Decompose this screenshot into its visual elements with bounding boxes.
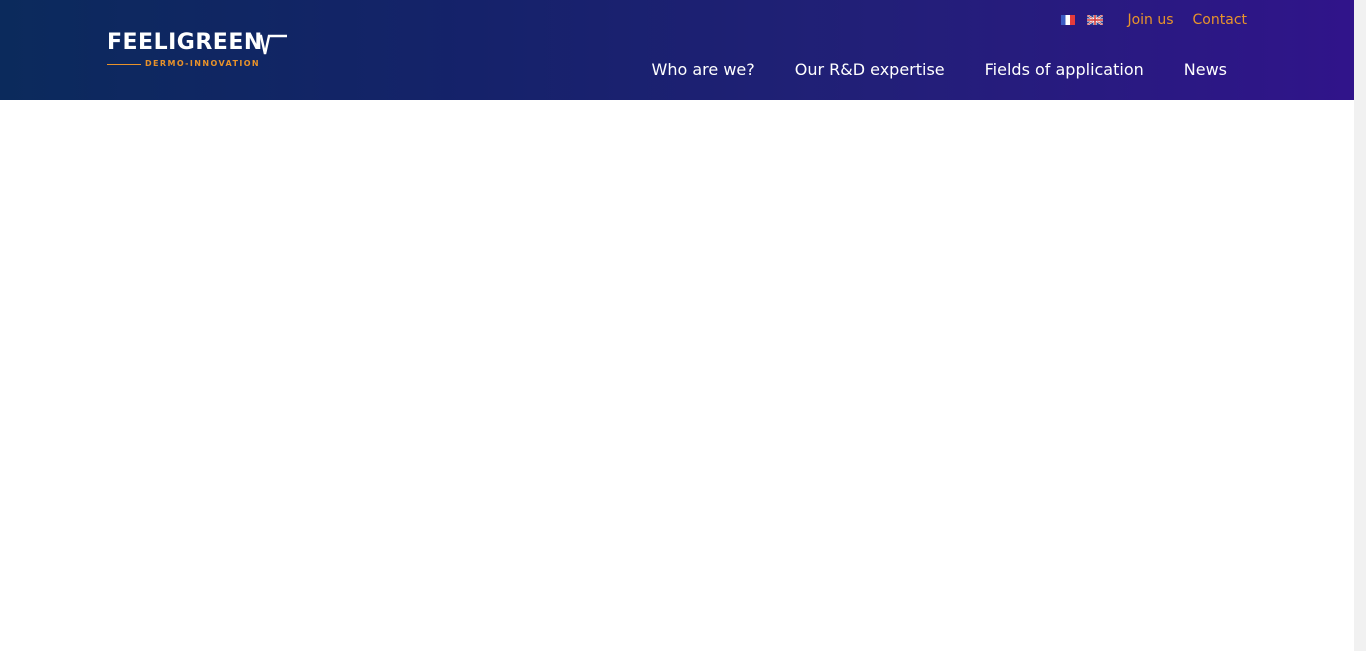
logo-wordmark: FEELIGREEN xyxy=(107,30,263,55)
logo-wave-icon xyxy=(257,34,287,55)
logo-tagline: DERMO-INNOVATION xyxy=(145,59,260,68)
nav-item-who-are-we[interactable]: Who are we? xyxy=(652,59,755,81)
join-us-link[interactable]: Join us xyxy=(1127,11,1173,29)
top-bar: Join us Contact xyxy=(1061,11,1247,29)
main-navigation: Who are we? Our R&D expertise Fields of … xyxy=(652,59,1227,81)
main-content xyxy=(0,100,1354,651)
english-flag-icon[interactable] xyxy=(1087,15,1104,25)
feeligreen-logo[interactable]: FEELIGREEN DERMO-INNOVATION xyxy=(107,30,287,72)
nav-item-fields-of-application[interactable]: Fields of application xyxy=(985,59,1144,81)
french-flag-icon[interactable] xyxy=(1061,15,1076,25)
page: FEELIGREEN DERMO-INNOVATION Join us Cont… xyxy=(0,0,1366,651)
logo-underline xyxy=(107,64,141,65)
nav-item-rd-expertise[interactable]: Our R&D expertise xyxy=(795,59,945,81)
nav-item-news[interactable]: News xyxy=(1184,59,1227,81)
site-header: FEELIGREEN DERMO-INNOVATION Join us Cont… xyxy=(0,0,1354,100)
contact-link[interactable]: Contact xyxy=(1193,11,1247,29)
vertical-scrollbar[interactable] xyxy=(1354,0,1366,651)
